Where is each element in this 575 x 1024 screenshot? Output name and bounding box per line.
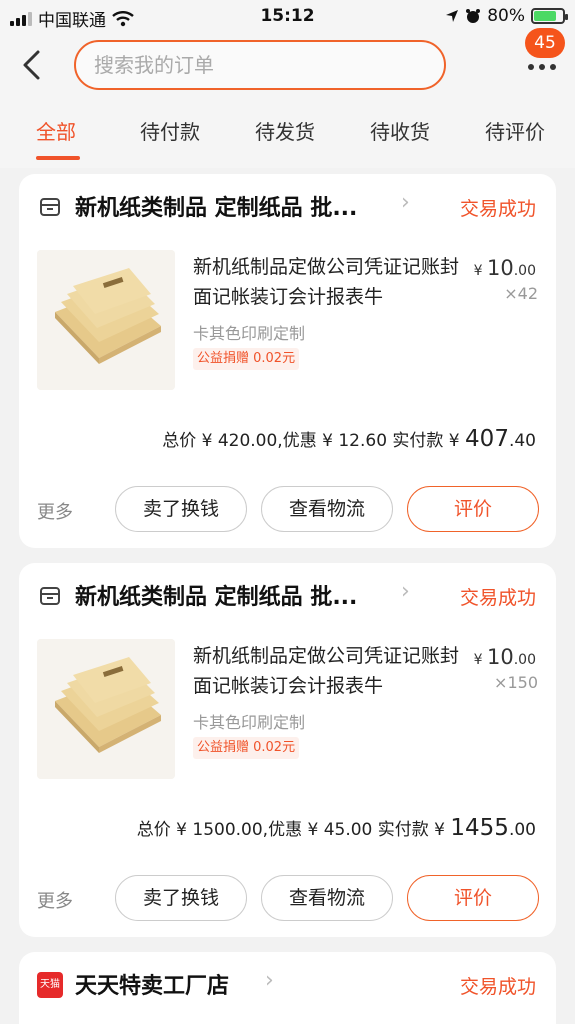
tab-pending-payment[interactable]: 待付款: [140, 116, 200, 145]
view-logistics-button[interactable]: 查看物流: [261, 486, 393, 532]
chevron-right-icon[interactable]: ›: [265, 968, 274, 993]
tmall-icon: 天猫: [37, 972, 63, 998]
status-right: 80%: [445, 6, 568, 26]
alarm-icon: [466, 9, 481, 23]
order-status: 交易成功: [459, 198, 536, 220]
order-status: 交易成功: [459, 976, 536, 998]
back-icon[interactable]: [18, 48, 48, 82]
tab-all[interactable]: 全部: [36, 116, 76, 145]
shop-icon: [40, 587, 60, 605]
order-tabs: 全部 待付款 待发货 待收货 待评价: [0, 104, 575, 168]
tab-indicator: [36, 156, 80, 160]
tab-pending-shipment[interactable]: 待发货: [255, 116, 315, 145]
item-spec: 卡其色印刷定制: [193, 324, 306, 343]
chevron-right-icon[interactable]: ›: [401, 190, 410, 215]
item-price: ¥ 10.00: [473, 256, 536, 280]
shop-icon: [40, 198, 60, 216]
order-summary: 总价 ¥ 1500.00,优惠 ¥ 45.00 实付款 ¥ 1455.00: [136, 815, 536, 841]
shop-name[interactable]: 新机纸类制品 定制纸品 批...: [75, 579, 357, 611]
review-button[interactable]: 评价: [407, 875, 539, 921]
sell-button[interactable]: 卖了换钱: [115, 875, 247, 921]
sell-button[interactable]: 卖了换钱: [115, 486, 247, 532]
item-quantity: ×150: [494, 673, 538, 692]
view-logistics-button[interactable]: 查看物流: [261, 875, 393, 921]
charity-badge: 公益捐赠 0.02元: [193, 737, 300, 759]
search-input[interactable]: [76, 42, 444, 88]
product-image[interactable]: [37, 250, 175, 390]
item-quantity: ×42: [504, 284, 538, 303]
location-icon: [446, 10, 459, 22]
tab-pending-review[interactable]: 待评价: [485, 116, 545, 145]
shop-name[interactable]: 新机纸类制品 定制纸品 批...: [75, 190, 357, 222]
shop-name[interactable]: 天天特卖工厂店: [75, 968, 229, 1000]
item-spec: 卡其色印刷定制: [193, 713, 306, 732]
battery-percent: 80%: [487, 6, 525, 26]
item-title[interactable]: 新机纸制品定做公司凭证记账封面记帐装订会计报表牛: [193, 252, 463, 312]
review-button[interactable]: 评价: [407, 486, 539, 532]
more-link[interactable]: 更多: [37, 498, 73, 524]
search-box[interactable]: [74, 40, 446, 90]
header: 45: [0, 28, 575, 104]
chevron-right-icon[interactable]: ›: [401, 579, 410, 604]
message-badge: 45: [525, 28, 565, 58]
order-card[interactable]: 天猫 天天特卖工厂店 › 交易成功: [19, 952, 556, 1024]
product-image[interactable]: [37, 639, 175, 779]
battery-icon: [531, 8, 568, 24]
item-title[interactable]: 新机纸制品定做公司凭证记账封面记帐装订会计报表牛: [193, 641, 463, 701]
more-options-icon[interactable]: [522, 60, 562, 80]
order-summary: 总价 ¥ 420.00,优惠 ¥ 12.60 实付款 ¥ 407.40: [162, 426, 536, 452]
status-bar: 中国联通 15:12 80%: [0, 0, 575, 34]
order-card[interactable]: 新机纸类制品 定制纸品 批... › 交易成功 新机纸制品定做公司凭证记账封面记…: [19, 174, 556, 548]
order-status: 交易成功: [459, 587, 536, 609]
charity-badge: 公益捐赠 0.02元: [193, 348, 300, 370]
more-link[interactable]: 更多: [37, 887, 73, 913]
item-price: ¥ 10.00: [473, 645, 536, 669]
tab-pending-receipt[interactable]: 待收货: [370, 116, 430, 145]
order-card[interactable]: 新机纸类制品 定制纸品 批... › 交易成功 新机纸制品定做公司凭证记账封面记…: [19, 563, 556, 937]
